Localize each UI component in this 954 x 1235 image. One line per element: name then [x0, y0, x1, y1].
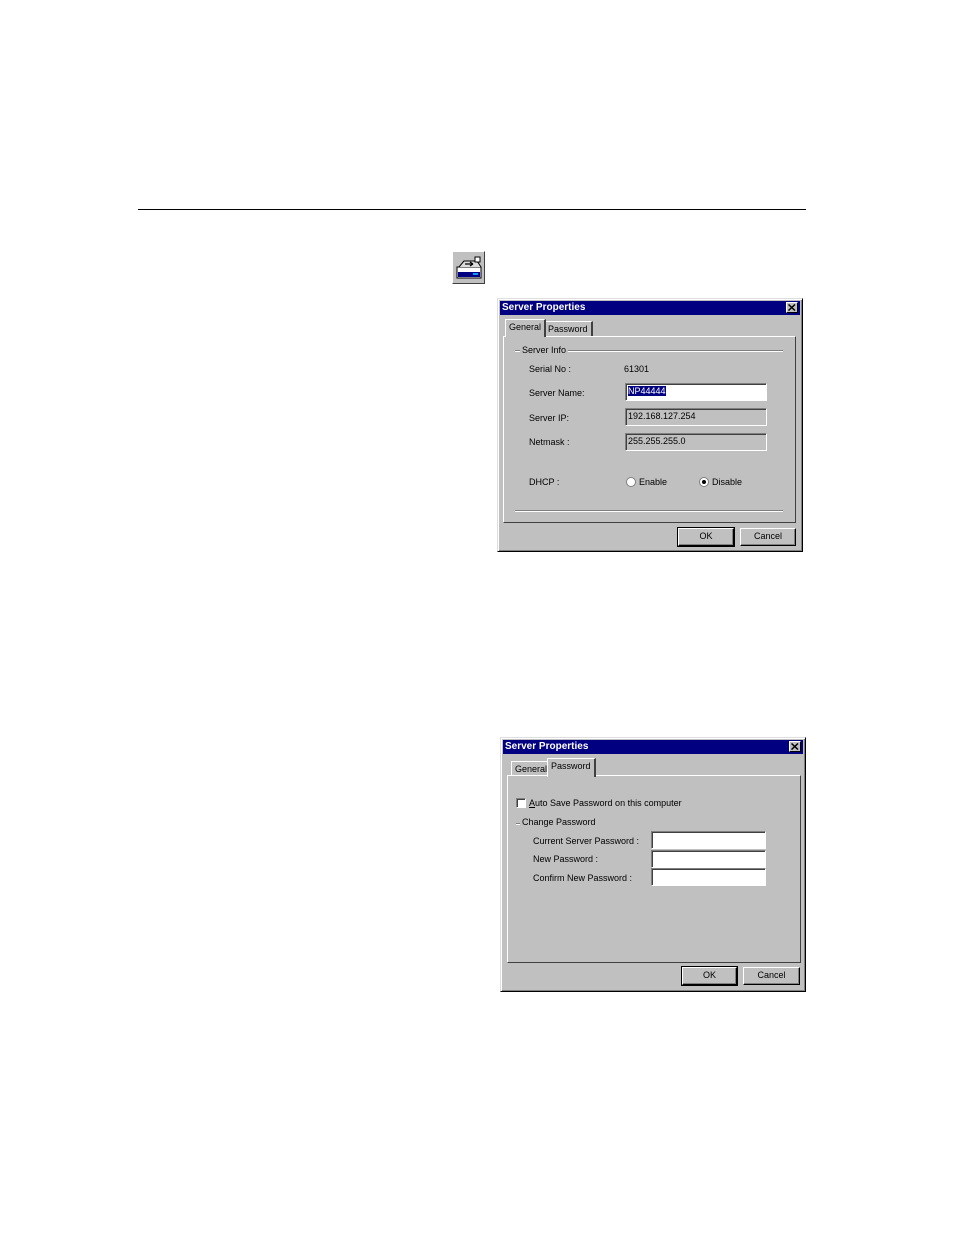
server-ip-label: Server IP:: [529, 413, 570, 423]
dialog-title: Server Properties: [505, 741, 589, 752]
radio-selected-dot: [702, 480, 706, 484]
server-ip-field: 192.168.127.254: [625, 408, 767, 426]
dhcp-enable-radio[interactable]: [626, 477, 636, 487]
tab-general[interactable]: General: [505, 319, 547, 337]
auto-save-password-checkbox[interactable]: [516, 798, 526, 808]
ok-button[interactable]: OK: [677, 527, 735, 547]
current-password-input[interactable]: [651, 831, 766, 849]
dhcp-disable-radio[interactable]: [699, 477, 709, 487]
change-password-group-label: Change Password: [520, 817, 598, 828]
tab-password[interactable]: Password: [544, 321, 593, 337]
server-properties-dialog-password: Server Properties General Password Auto …: [500, 737, 806, 992]
server-name-selected-text: NP44444: [628, 386, 666, 396]
netmask-label: Netmask :: [529, 437, 570, 447]
cancel-button[interactable]: Cancel: [743, 967, 800, 985]
dhcp-label: DHCP :: [529, 477, 560, 487]
new-password-label: New Password :: [533, 854, 599, 864]
serial-no-label: Serial No :: [529, 364, 572, 374]
server-info-group-bottom-line: [515, 510, 783, 512]
header-rule: [138, 209, 806, 210]
dialog-title: Server Properties: [502, 302, 586, 313]
dhcp-disable-label[interactable]: Disable: [712, 477, 742, 488]
server-properties-icon: [456, 256, 482, 279]
serial-no-value: 61301: [624, 364, 650, 374]
auto-save-password-label[interactable]: Auto Save Password on this computer: [529, 798, 682, 809]
netmask-field: 255.255.255.0: [625, 433, 767, 451]
confirm-password-label: Confirm New Password :: [533, 873, 633, 883]
server-properties-toolbar-button[interactable]: [452, 251, 485, 284]
server-properties-dialog-general: Server Properties General Password Serve…: [497, 298, 803, 552]
close-icon: [791, 743, 799, 750]
auto-save-password-text: uto Save Password on this computer: [535, 798, 682, 808]
tab-password[interactable]: Password: [547, 758, 596, 777]
server-info-group-label: Server Info: [520, 345, 569, 356]
close-button[interactable]: [786, 302, 798, 313]
cancel-button[interactable]: Cancel: [740, 528, 796, 546]
close-button[interactable]: [789, 741, 801, 752]
new-password-input[interactable]: [651, 850, 766, 868]
confirm-password-input[interactable]: [651, 868, 766, 886]
dhcp-enable-label[interactable]: Enable: [639, 477, 667, 488]
server-name-label: Server Name:: [529, 388, 585, 398]
server-name-input[interactable]: NP44444: [625, 383, 767, 401]
close-icon: [788, 304, 796, 311]
ok-button[interactable]: OK: [681, 966, 738, 986]
dialog-title-bar: Server Properties: [500, 301, 800, 315]
current-password-label: Current Server Password :: [533, 836, 640, 846]
dialog-title-bar: Server Properties: [503, 740, 803, 754]
